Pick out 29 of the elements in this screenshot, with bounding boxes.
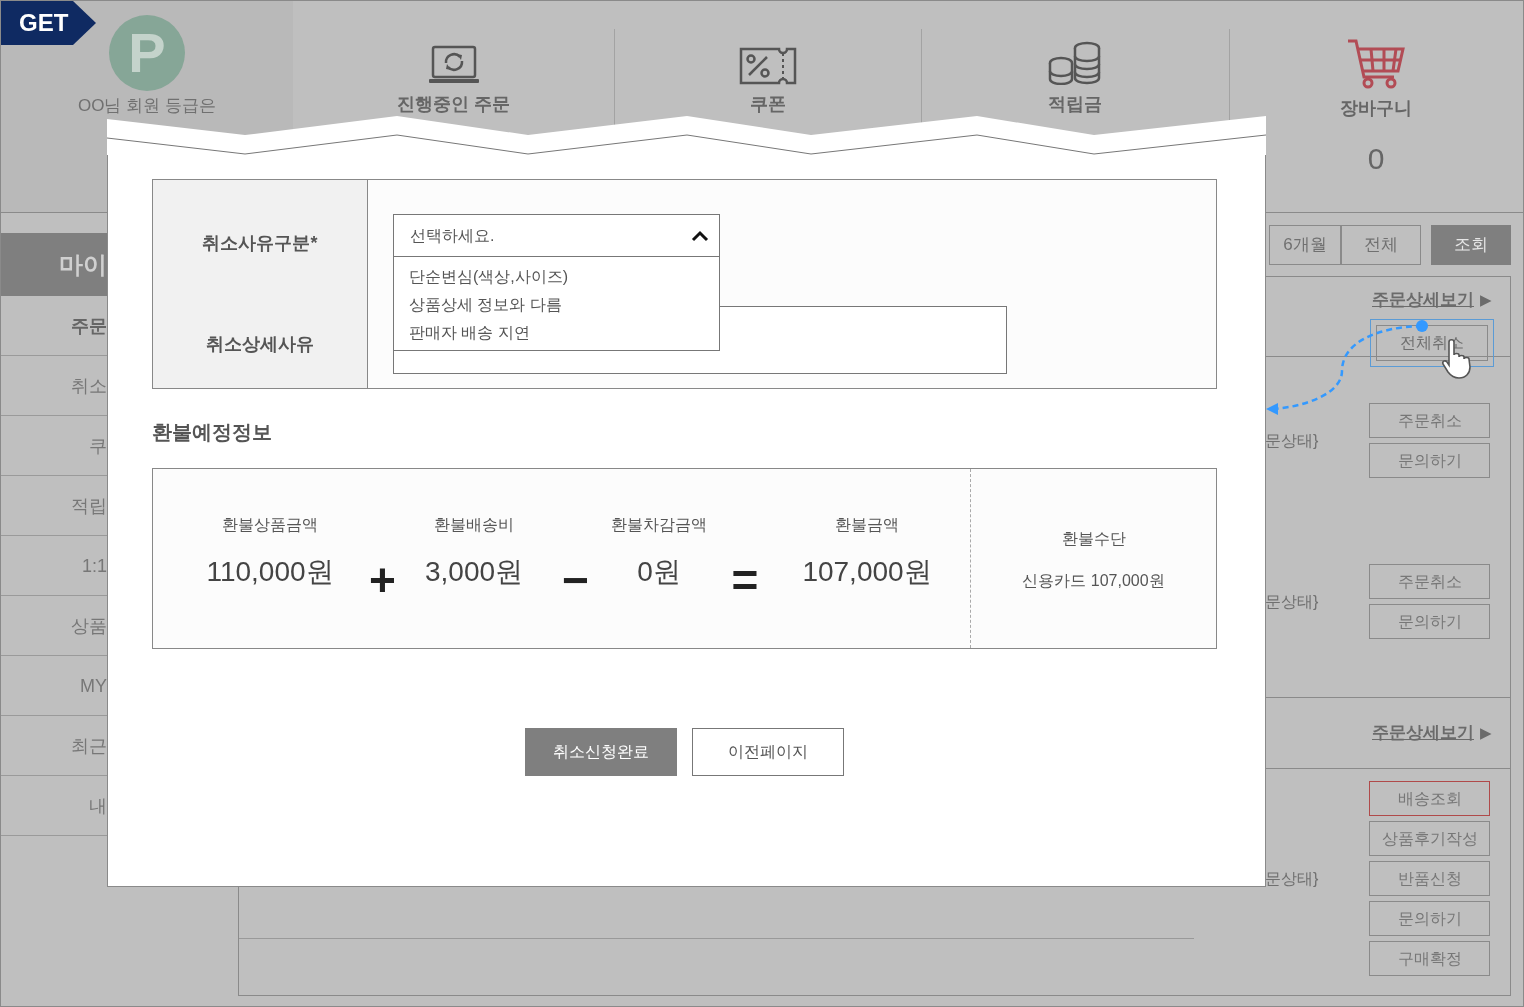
refund-method-value: 신용카드 107,000원: [1022, 571, 1165, 591]
amount-label: 환불차감금액: [611, 515, 707, 535]
shortcut-label: 적립금: [1048, 93, 1102, 116]
sidebar-title: 마이: [1, 233, 107, 296]
amount-value: 3,000원: [424, 555, 524, 589]
operator-sign: −: [562, 557, 589, 603]
shortcut-label: 진행중인 주문: [397, 93, 510, 116]
triangle-icon: ▶: [1480, 288, 1492, 311]
order-status-text: 문상태}: [1265, 591, 1320, 612]
profile-avatar: P: [109, 15, 185, 91]
amount-value: 0원: [637, 555, 681, 589]
operator-sign: =: [731, 557, 759, 603]
shortcut-label: 쿠폰: [749, 93, 786, 116]
amount-label: 환불배송비: [434, 515, 514, 535]
shortcut-label: 장바구니: [1340, 97, 1412, 120]
refund-method-label: 환불수단: [1061, 529, 1126, 549]
amount-label: 환불상품금액: [222, 515, 318, 535]
amount-value: 110,000원: [206, 555, 334, 589]
field-label: 취소상세사유: [206, 333, 314, 356]
grade-text: OO님 회원 등급은: [78, 95, 216, 117]
amount-value: 107,000원: [802, 555, 932, 589]
operator-sign: +: [369, 557, 396, 603]
order-status-text: 문상태}: [1265, 430, 1320, 451]
field-label: 취소사유구분*: [202, 232, 318, 255]
amount-label: 환불금액: [835, 515, 899, 535]
triangle-icon: ▶: [1480, 721, 1492, 745]
order-status-text: 문상태}: [1265, 868, 1320, 889]
cart-count: 0: [1367, 141, 1385, 177]
section-title: 환불예정정보: [152, 420, 273, 445]
